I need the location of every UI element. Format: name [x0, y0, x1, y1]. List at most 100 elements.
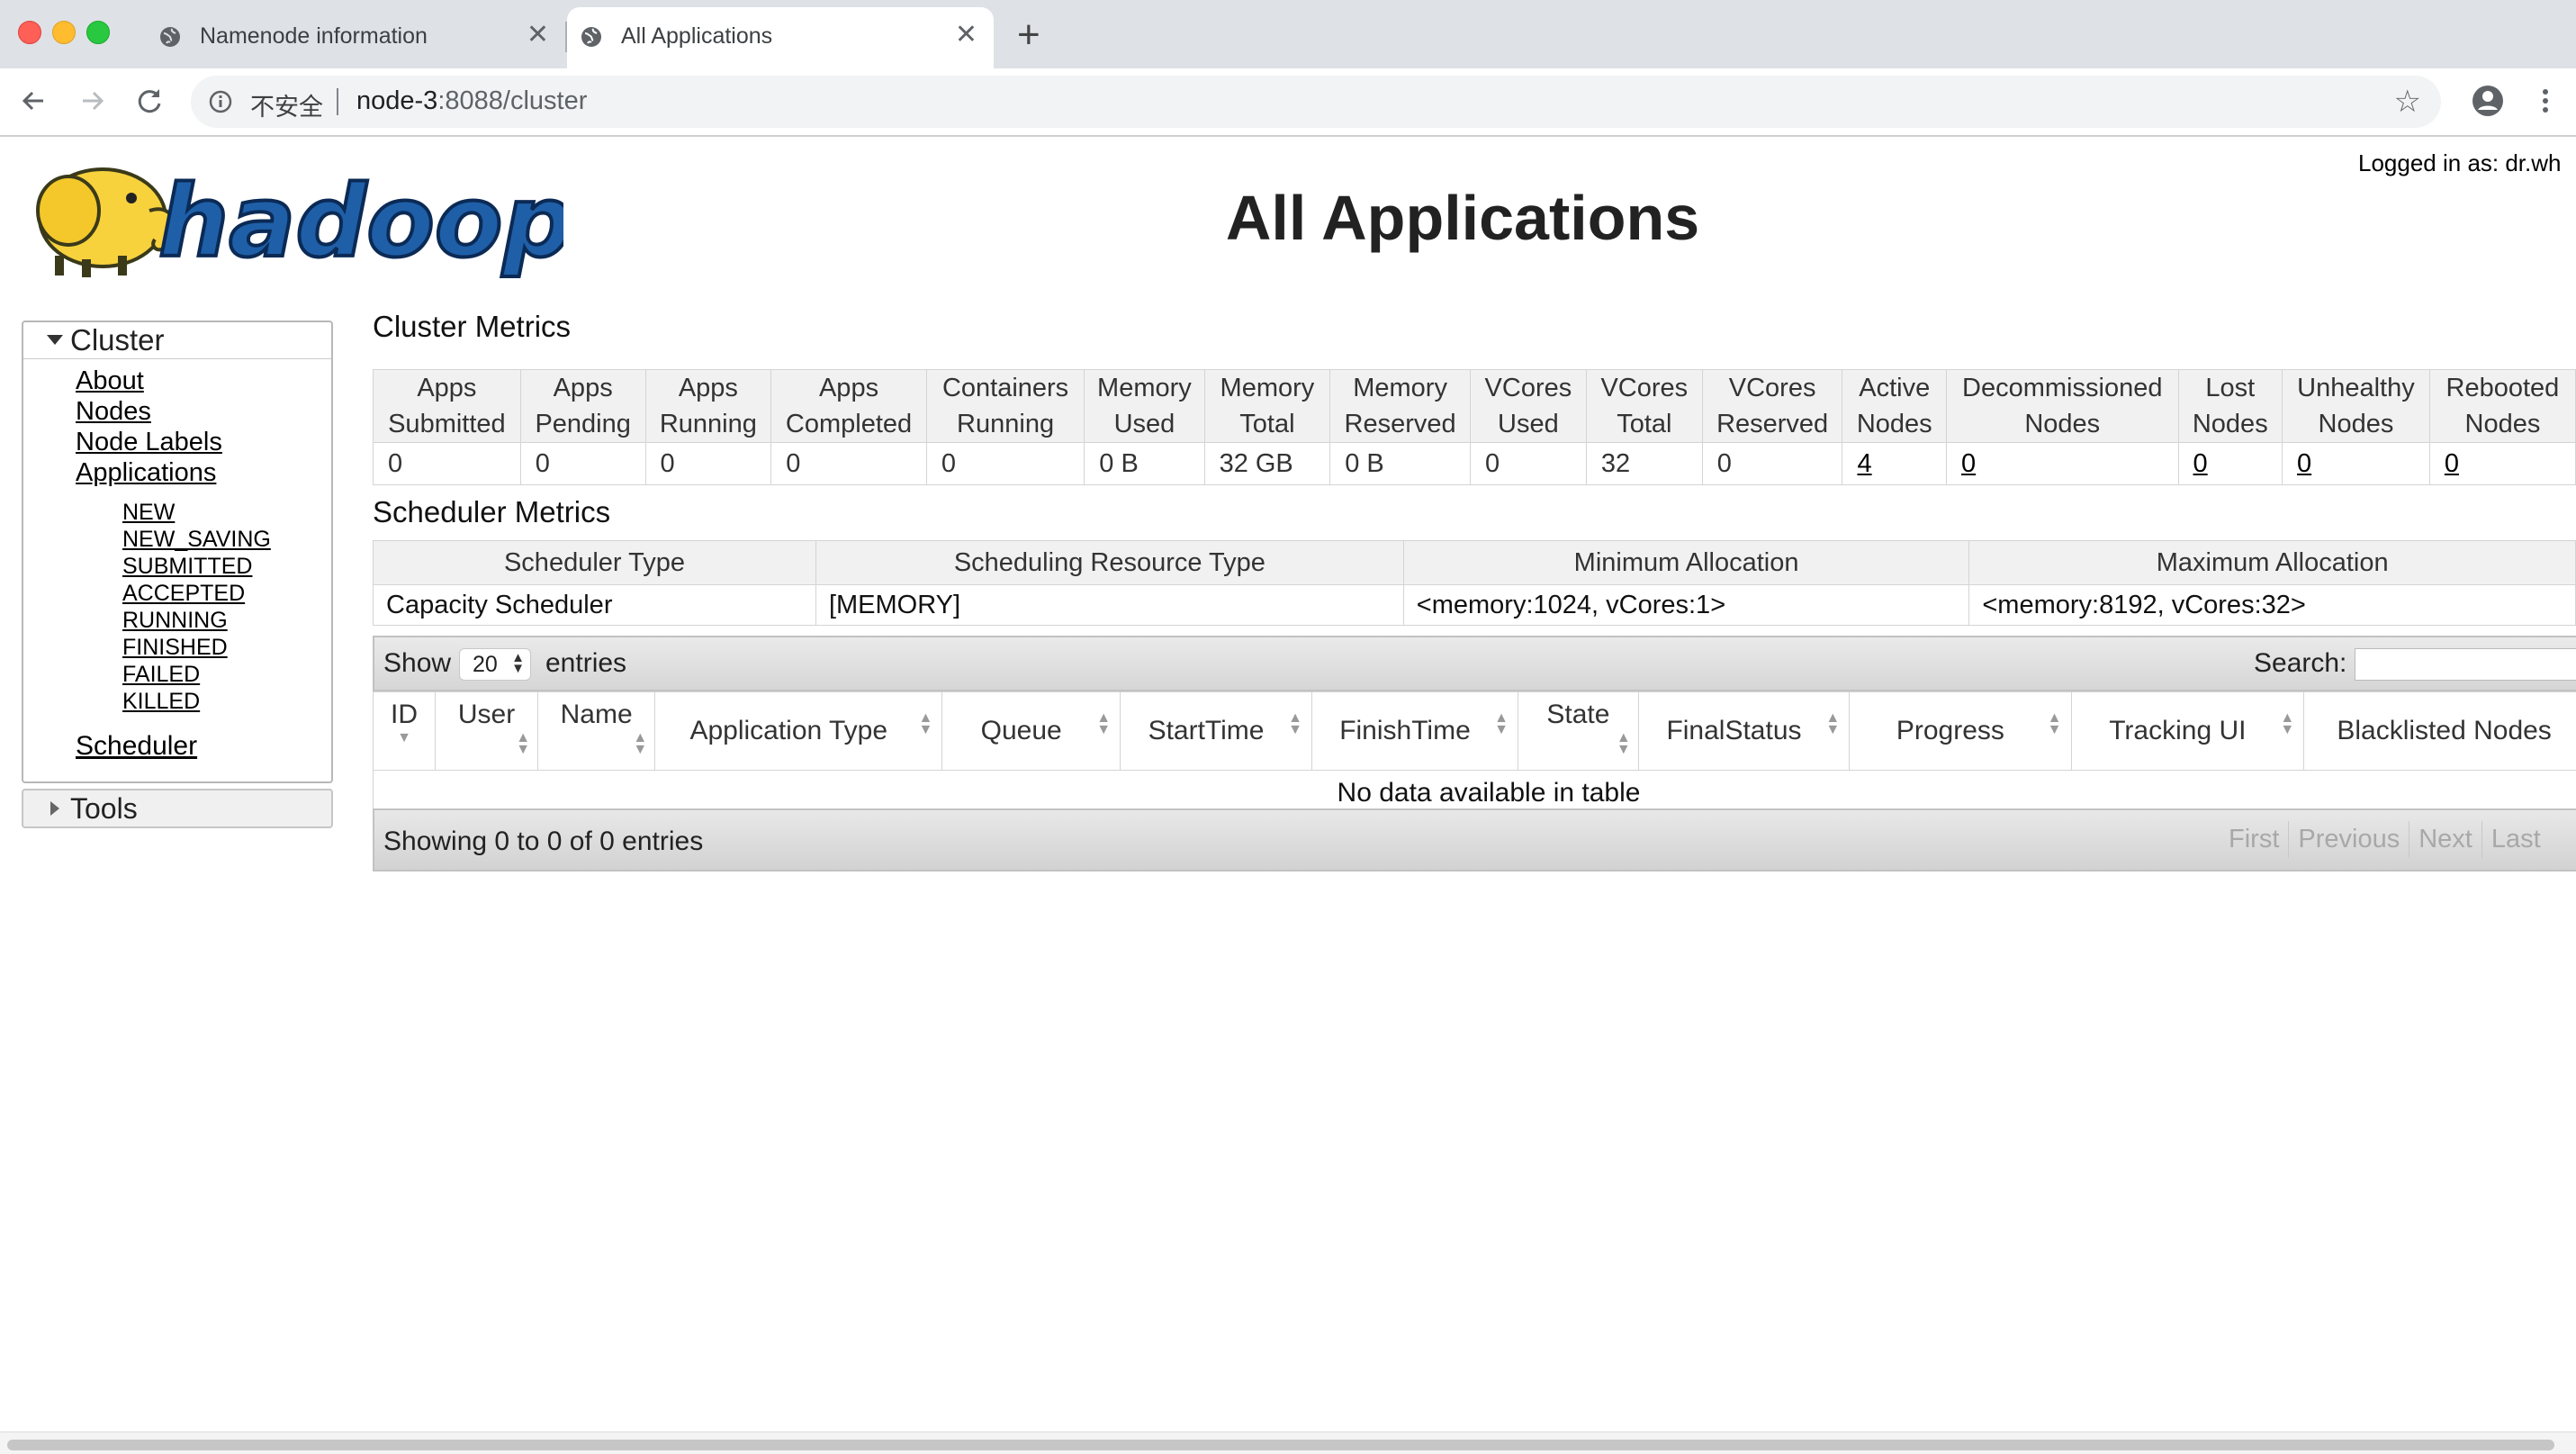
state-link-running[interactable]: RUNNING [122, 607, 271, 634]
sidebar-link-node-labels[interactable]: Node Labels [76, 427, 222, 457]
profile-icon[interactable] [2470, 83, 2506, 119]
page-size-select[interactable]: 20 ▲▼ [459, 648, 531, 681]
column-header-queue[interactable]: Queue▲▼ [942, 692, 1121, 771]
entries-label: entries [545, 648, 626, 679]
state-link-submitted[interactable]: SUBMITTED [122, 553, 271, 580]
metric-header-line: Running [653, 406, 764, 442]
pager-last-button[interactable]: Last [2481, 821, 2550, 858]
state-link-failed[interactable]: FAILED [122, 661, 271, 688]
tab-all-applications[interactable]: All Applications ✕ [567, 7, 994, 68]
sidebar-cluster-panel: Cluster About Nodes Node Labels Applicat… [22, 321, 333, 783]
collapsed-triangle-icon [50, 801, 59, 816]
metric-header-memory-used: MemoryUsed [1085, 370, 1204, 443]
pager-next-button[interactable]: Next [2409, 821, 2481, 858]
info-icon[interactable] [207, 88, 234, 115]
metric-header-memory-total: MemoryTotal [1204, 370, 1330, 443]
minimize-window-button[interactable] [52, 21, 76, 44]
state-link-finished[interactable]: FINISHED [122, 634, 271, 661]
metric-link-unhealthy-nodes[interactable]: 0 [2297, 449, 2311, 478]
column-header-starttime[interactable]: StartTime▲▼ [1121, 692, 1312, 771]
close-window-button[interactable] [18, 21, 41, 44]
column-header-user[interactable]: User▲▼ [436, 692, 538, 771]
metric-header-line: Completed [779, 406, 919, 442]
reload-icon[interactable] [131, 83, 167, 119]
metric-link-active-nodes[interactable]: 4 [1857, 449, 1871, 478]
tab-title: All Applications [621, 23, 772, 50]
metric-header-line: Apps [381, 370, 513, 406]
state-link-accepted[interactable]: ACCEPTED [122, 580, 271, 607]
sort-icon: ▲▼ [2048, 712, 2062, 736]
pager-first-button[interactable]: First [2220, 821, 2288, 858]
sidebar-tools-panel[interactable]: Tools [22, 789, 333, 828]
metric-header-apps-submitted: AppsSubmitted [374, 370, 521, 443]
metric-header-line: Unhealthy [2290, 370, 2422, 406]
scheduler-metrics-title: Scheduler Metrics [373, 495, 610, 529]
page-title: All Applications [0, 182, 2576, 254]
show-label: Show [383, 648, 451, 679]
column-label: Blacklisted Nodes [2337, 716, 2551, 745]
column-label: State [1546, 700, 1609, 729]
search-input[interactable] [2355, 648, 2576, 681]
column-header-finalstatus[interactable]: FinalStatus▲▼ [1638, 692, 1850, 771]
sort-icon: ▲▼ [2280, 712, 2294, 736]
cluster-section-header[interactable]: Cluster [23, 322, 331, 359]
metric-value-apps-completed: 0 [771, 443, 927, 485]
metric-value-apps-pending: 0 [520, 443, 645, 485]
search-label: Search: [2254, 648, 2346, 679]
metric-value-memory-used: 0 B [1085, 443, 1204, 485]
column-header-blacklisted-nodes[interactable]: Blacklisted Nodes▲▼ [2304, 692, 2576, 771]
max-allocation-header: Maximum Allocation [1969, 541, 2576, 585]
metric-header-apps-running: AppsRunning [645, 370, 771, 443]
column-header-tracking-ui[interactable]: Tracking UI▲▼ [2071, 692, 2304, 771]
sidebar-link-nodes[interactable]: Nodes [76, 396, 222, 427]
metric-link-decommissioned-nodes[interactable]: 0 [1961, 449, 1976, 478]
column-label: User [458, 700, 515, 729]
forward-arrow-icon[interactable] [74, 83, 110, 119]
maximize-window-button[interactable] [86, 21, 110, 44]
pagination: First Previous Next Last [2220, 821, 2550, 858]
tab-namenode-information[interactable]: Namenode information ✕ [146, 7, 565, 68]
column-header-state[interactable]: State ▲▼ [1518, 692, 1639, 771]
new-tab-button[interactable]: + [1017, 13, 1040, 58]
metric-value-containers-running: 0 [926, 443, 1084, 485]
column-header-finishtime[interactable]: FinishTime▲▼ [1311, 692, 1518, 771]
column-header-application-type[interactable]: Application Type▲▼ [655, 692, 942, 771]
cluster-nav: About Nodes Node Labels Applications [76, 366, 222, 488]
sort-icon: ▲▼ [1526, 732, 1631, 755]
app-state-links: NEW NEW_SAVING SUBMITTED ACCEPTED RUNNIN… [122, 499, 271, 715]
state-link-new-saving[interactable]: NEW_SAVING [122, 526, 271, 553]
pager-previous-button[interactable]: Previous [2288, 821, 2409, 858]
sidebar-link-scheduler[interactable]: Scheduler [76, 731, 197, 762]
resource-type-value: [MEMORY] [815, 585, 1403, 626]
sort-icon: ▲▼ [918, 712, 932, 736]
state-link-new[interactable]: NEW [122, 499, 271, 526]
more-menu-icon[interactable] [2536, 83, 2554, 119]
back-arrow-icon[interactable] [16, 83, 52, 119]
close-tab-icon[interactable]: ✕ [527, 20, 549, 50]
metric-link-lost-nodes[interactable]: 0 [2193, 449, 2208, 478]
bookmark-star-icon[interactable]: ☆ [2394, 86, 2421, 117]
address-bar[interactable]: 不安全 node-3:8088/cluster ☆ [191, 76, 2441, 128]
scrollbar-thumb[interactable] [7, 1440, 2554, 1450]
metric-header-apps-completed: AppsCompleted [771, 370, 927, 443]
metric-header-line: Memory [1338, 370, 1463, 406]
column-header-name[interactable]: Name ▲▼ [538, 692, 655, 771]
column-label: FinalStatus [1666, 716, 1801, 745]
state-link-killed[interactable]: KILLED [122, 688, 271, 715]
metric-header-line: Used [1092, 406, 1196, 442]
url-host: node-3 [356, 86, 437, 115]
column-label: Name [561, 700, 633, 729]
close-tab-icon[interactable]: ✕ [955, 20, 977, 50]
column-header-progress[interactable]: Progress▲▼ [1850, 692, 2071, 771]
metric-header-line: VCores [1478, 370, 1579, 406]
metric-value-vcores-used: 0 [1470, 443, 1586, 485]
metric-header-line: Pending [528, 406, 638, 442]
horizontal-scrollbar[interactable] [0, 1431, 2576, 1454]
column-header-id[interactable]: ID▼ [374, 692, 436, 771]
sidebar-link-applications[interactable]: Applications [76, 457, 222, 488]
metric-link-rebooted-nodes[interactable]: 0 [2445, 449, 2459, 478]
sidebar-link-about[interactable]: About [76, 366, 222, 396]
metric-value-lost-nodes: 0 [2178, 443, 2283, 485]
applications-toolbar: Show 20 ▲▼ entries Search: [373, 636, 2576, 691]
sort-icon: ▲▼ [545, 732, 647, 755]
